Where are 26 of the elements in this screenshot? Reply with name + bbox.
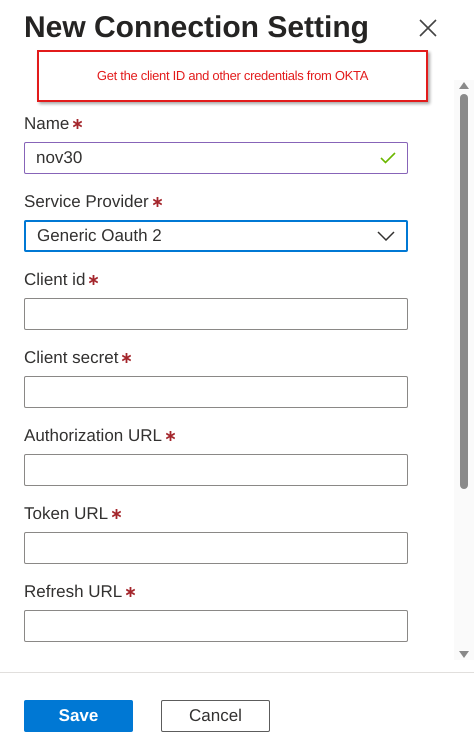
field-label: Service Provider: [24, 191, 149, 214]
scrollbar-thumb[interactable]: [460, 94, 468, 489]
checkmark-icon: [380, 152, 396, 164]
input-field[interactable]: [24, 298, 408, 330]
cancel-button[interactable]: Cancel: [161, 700, 270, 732]
input-field[interactable]: [24, 454, 408, 486]
input-field[interactable]: [24, 610, 408, 642]
chevron-down-icon: [377, 231, 395, 241]
save-button[interactable]: Save: [24, 700, 133, 732]
close-icon: [419, 19, 437, 37]
callout-text: Get the client ID and other credentials from OKTA: [96, 67, 368, 86]
panel-title: New Connection Setting: [24, 10, 369, 46]
scroll-up-icon[interactable]: [459, 82, 469, 89]
field-label: Client secret: [24, 347, 118, 370]
field-label: Name: [24, 113, 70, 136]
input-field[interactable]: [24, 532, 408, 564]
field-label: Authorization URL: [24, 425, 162, 448]
dropdown-field[interactable]: Generic Oauth 2: [24, 220, 408, 252]
field-label: Client id: [24, 269, 86, 292]
scroll-down-icon[interactable]: [459, 651, 469, 658]
field-label: Refresh URL: [24, 581, 122, 604]
input-field[interactable]: [24, 376, 408, 408]
field-label: Token URL: [24, 503, 108, 526]
close-button[interactable]: [418, 18, 438, 38]
scrollbar[interactable]: [454, 80, 474, 660]
input-field[interactable]: nov30: [24, 142, 408, 174]
